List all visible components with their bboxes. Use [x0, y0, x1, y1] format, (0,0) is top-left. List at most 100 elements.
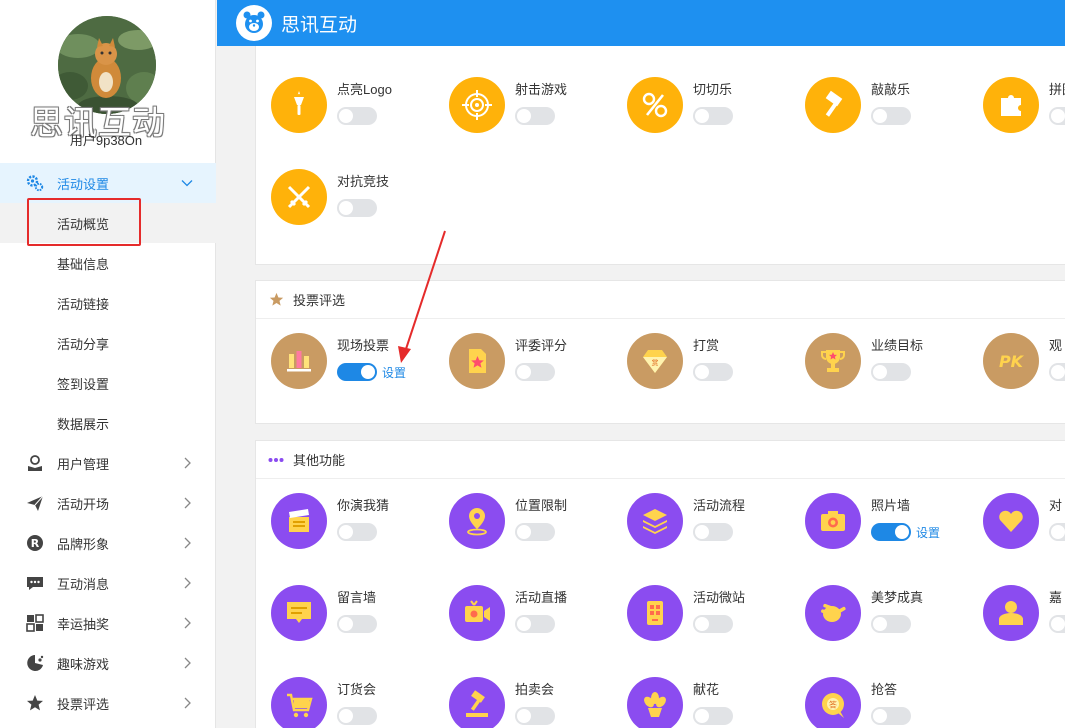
settings-link[interactable]: 设置 [916, 524, 940, 541]
menu-group-fun-games[interactable]: 趣味游戏 [0, 643, 216, 683]
feature-toggle[interactable] [337, 363, 377, 381]
camera-icon [805, 493, 861, 549]
feature-label: 拼图 [1049, 82, 1065, 97]
feature-label: 活动微站 [693, 590, 746, 605]
feature-toggle[interactable] [1049, 107, 1065, 125]
feature-toggle[interactable] [871, 707, 911, 725]
feature-label: 敲敲乐 [871, 82, 911, 97]
feature-toggle[interactable] [693, 107, 733, 125]
feature-toggle[interactable] [1049, 363, 1065, 381]
target-icon [449, 77, 505, 133]
feature-item: 订货会 [256, 677, 426, 728]
hearts-icon [983, 493, 1039, 549]
pk-icon: PK [983, 333, 1039, 389]
chevron-right-icon [180, 576, 194, 590]
menu-group-label: 用户管理 [57, 456, 110, 472]
sub-item-activity-share[interactable]: 活动分享 [0, 323, 216, 363]
feature-label: 观 [1049, 338, 1063, 353]
menu-group-label: 趣味游戏 [57, 656, 110, 672]
settings-link[interactable]: 设置 [382, 364, 406, 381]
hand-wave-icon [805, 585, 861, 641]
sub-item-overview[interactable]: 活动概览 [0, 203, 216, 243]
flower-icon [627, 677, 683, 728]
feature-label: 你演我猜 [337, 498, 390, 513]
feature-toggle[interactable] [871, 523, 911, 541]
feature-label: 抢答 [871, 682, 898, 697]
top-header: 思讯互动 [217, 0, 1065, 46]
message-board-icon [271, 585, 327, 641]
feature-item: 敲敲乐 [790, 77, 960, 147]
feature-toggle[interactable] [693, 523, 733, 541]
feature-toggle[interactable] [693, 363, 733, 381]
feature-item: 活动流程 [612, 493, 782, 563]
menu-group-activity-opening[interactable]: 活动开场 [0, 483, 216, 523]
feature-toggle[interactable] [515, 707, 555, 725]
quiz-icon: 答 [805, 677, 861, 728]
chevron-right-icon [180, 536, 194, 550]
feature-item: 献花 [612, 677, 782, 728]
sub-item-data-display[interactable]: 数据展示 [0, 403, 216, 443]
sub-item-checkin-settings[interactable]: 签到设置 [0, 363, 216, 403]
feature-item: 留言墙 [256, 585, 426, 655]
menu-group-label: 互动消息 [57, 576, 110, 592]
feature-toggle[interactable] [337, 523, 377, 541]
feature-toggle[interactable] [515, 363, 555, 381]
feature-toggle[interactable] [337, 707, 377, 725]
feature-item: 现场投票 设置 [256, 333, 426, 403]
feature-toggle[interactable] [515, 107, 555, 125]
more-dots-icon [268, 452, 284, 468]
brand-logo-icon[interactable] [236, 5, 272, 41]
sub-item-basic-info[interactable]: 基础信息 [0, 243, 216, 283]
feature-item: PK 观 [968, 333, 1065, 403]
feature-toggle[interactable] [337, 199, 377, 217]
menu-group-activity-settings[interactable]: 活动设置 [0, 163, 216, 203]
feature-item: 照片墙 设置 [790, 493, 960, 563]
menu-group-interactive-messages[interactable]: 互动消息 [0, 563, 216, 603]
menu-group-lucky-draw[interactable]: 幸运抽奖 [0, 603, 216, 643]
feature-item: 活动微站 [612, 585, 782, 655]
feature-label: 位置限制 [515, 498, 568, 513]
feature-item: 对 [968, 493, 1065, 563]
feature-toggle[interactable] [871, 107, 911, 125]
svg-text:答: 答 [829, 700, 837, 710]
feature-toggle[interactable] [337, 107, 377, 125]
game-icon [25, 653, 45, 673]
feature-toggle[interactable] [693, 707, 733, 725]
cart-icon [271, 677, 327, 728]
feature-item: 位置限制 [434, 493, 604, 563]
feature-toggle[interactable] [515, 523, 555, 541]
clapperboard-icon [271, 493, 327, 549]
feature-label: 打赏 [693, 338, 720, 353]
feature-item: 嘉 [968, 585, 1065, 655]
registered-icon: R [25, 533, 45, 553]
feature-toggle[interactable] [1049, 523, 1065, 541]
feature-toggle[interactable] [871, 615, 911, 633]
fruit-slice-icon [627, 77, 683, 133]
feature-item: 评委评分 [434, 333, 604, 403]
svg-text:赏: 赏 [652, 358, 659, 367]
chevron-down-icon [180, 176, 194, 190]
username: 用户9p38On [69, 133, 143, 148]
send-icon [25, 493, 45, 513]
menu-group-label: 幸运抽奖 [57, 616, 110, 632]
feature-toggle[interactable] [337, 615, 377, 633]
puzzle-icon [983, 77, 1039, 133]
feature-item: 点亮Logo [256, 77, 426, 147]
menu-group-voting[interactable]: 投票评选 [0, 683, 216, 723]
diamond-icon: 赏 [627, 333, 683, 389]
sub-item-activity-link[interactable]: 活动链接 [0, 283, 216, 323]
feature-toggle[interactable] [693, 615, 733, 633]
feature-item: 拍卖会 [434, 677, 604, 728]
feature-toggle[interactable] [515, 615, 555, 633]
hammer-icon [805, 77, 861, 133]
feature-label: 活动流程 [693, 498, 746, 513]
card-header: 投票评选 [256, 281, 1065, 319]
feature-label: 对抗竞技 [337, 174, 390, 189]
feature-label: 嘉 [1049, 590, 1063, 605]
menu-group-user-management[interactable]: 用户管理 [0, 443, 216, 483]
menu-group-brand-image[interactable]: R 品牌形象 [0, 523, 216, 563]
feature-toggle[interactable] [871, 363, 911, 381]
card-title: 投票评选 [293, 293, 346, 308]
menu-group-label: 活动设置 [57, 176, 110, 192]
feature-toggle[interactable] [1049, 615, 1065, 633]
